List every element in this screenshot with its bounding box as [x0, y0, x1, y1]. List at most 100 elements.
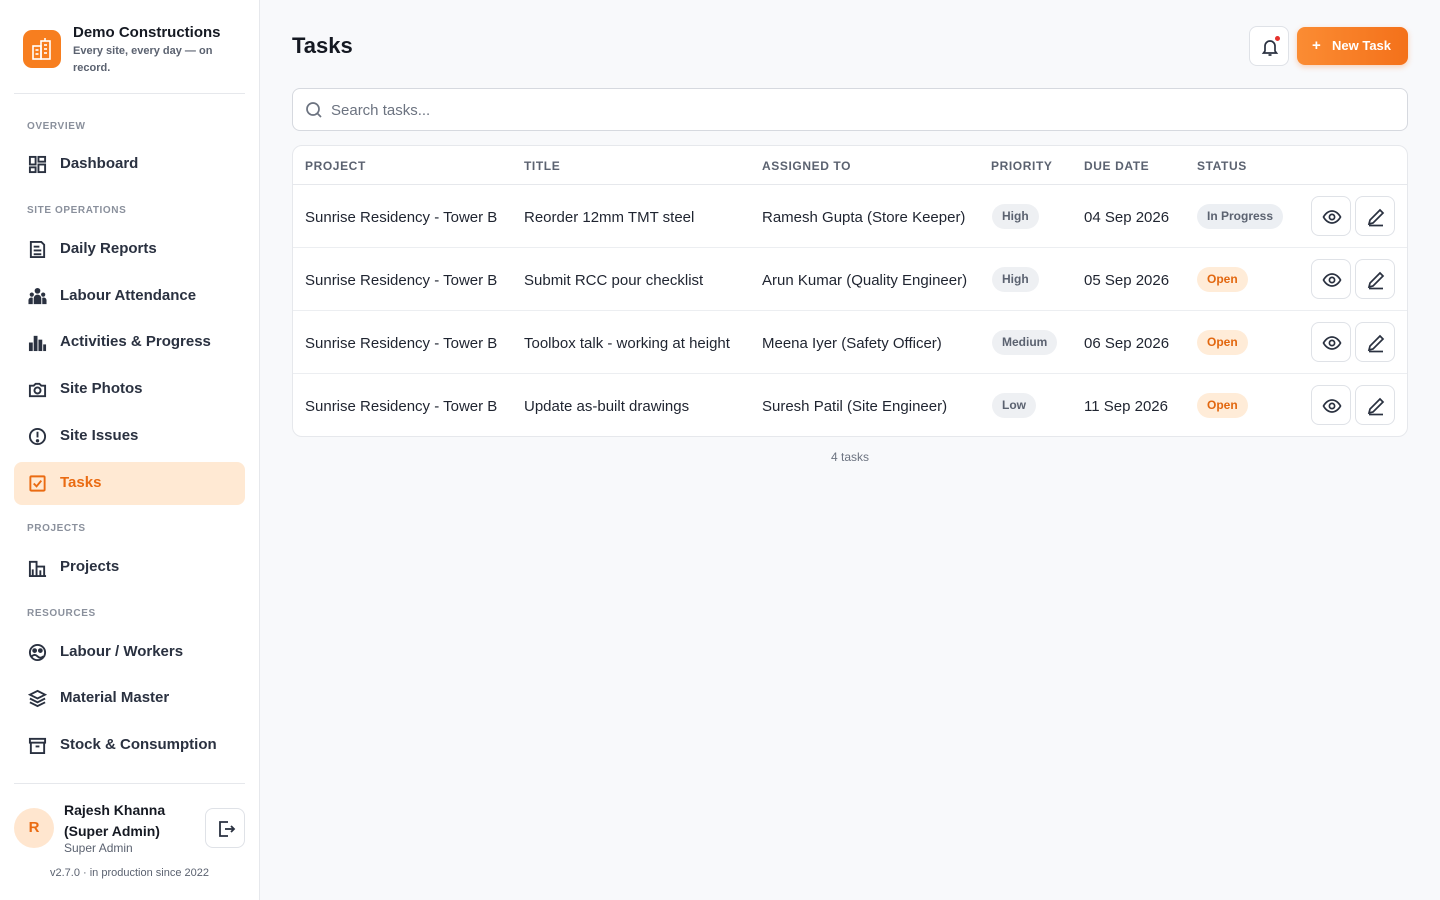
cell-project: Sunrise Residency - Tower B: [305, 335, 498, 352]
section-label-overview: OVERVIEW: [27, 121, 86, 132]
table-row[interactable]: Sunrise Residency - Tower B Reorder 12mm…: [293, 185, 1407, 248]
eye-icon: [1322, 273, 1342, 287]
edit-button[interactable]: [1355, 322, 1395, 362]
page-title: Tasks: [292, 33, 353, 58]
brand: Demo Constructions Every site, every day…: [23, 23, 243, 83]
cell-due-date: 11 Sep 2026: [1084, 398, 1168, 415]
sidebar-item-label: Stock & Consumption: [60, 736, 217, 753]
user-profile: R Rajesh Khanna (Super Admin) Super Admi…: [14, 798, 245, 860]
dashboard-icon: [28, 155, 47, 174]
view-button[interactable]: [1311, 385, 1351, 425]
column-header-title: TITLE: [524, 159, 561, 173]
cell-project: Sunrise Residency - Tower B: [305, 209, 498, 226]
cell-title: Toolbox talk - working at height: [524, 335, 730, 352]
workers-icon: [28, 643, 47, 662]
view-button[interactable]: [1311, 259, 1351, 299]
pencil-icon: [1367, 208, 1385, 227]
status-badge: Open: [1197, 267, 1248, 292]
eye-icon: [1322, 210, 1342, 224]
sidebar-item-material-master[interactable]: Material Master: [14, 677, 245, 720]
view-button[interactable]: [1311, 196, 1351, 236]
alert-icon: [28, 427, 47, 446]
new-task-label: New Task: [1332, 38, 1392, 53]
checkbox-icon: [29, 475, 46, 492]
user-name: Rajesh Khanna (Super Admin): [64, 802, 166, 839]
avatar[interactable]: R: [14, 808, 54, 848]
bar-chart-icon: [28, 335, 47, 352]
edit-button[interactable]: [1355, 196, 1395, 236]
cell-assigned-to: Arun Kumar (Quality Engineer): [762, 272, 968, 289]
cell-title: Submit RCC pour checklist: [524, 272, 704, 289]
brand-name: Demo Constructions: [73, 24, 221, 41]
sidebar-item-label: Projects: [60, 558, 120, 575]
cell-due-date: 06 Sep 2026: [1084, 335, 1170, 352]
user-role: Super Admin: [64, 841, 133, 855]
sidebar-item-stock-consumption[interactable]: Stock & Consumption: [14, 724, 245, 767]
cell-assigned-to: Ramesh Gupta (Store Keeper): [762, 209, 966, 226]
pencil-icon: [1367, 397, 1385, 416]
layers-icon: [28, 689, 47, 708]
section-label-projects: PROJECTS: [27, 523, 86, 534]
logout-icon: [219, 821, 236, 837]
plus-icon: +: [1312, 37, 1321, 54]
eye-icon: [1322, 399, 1342, 413]
eye-icon: [1322, 336, 1342, 350]
task-count: 4 tasks: [830, 450, 869, 464]
status-badge: Open: [1197, 393, 1248, 418]
report-icon: [29, 240, 46, 259]
column-header-due-date: DUE DATE: [1084, 159, 1150, 173]
section-label-resources: RESOURCES: [27, 608, 96, 619]
building-icon: [28, 560, 47, 577]
table-row[interactable]: Sunrise Residency - Tower B Update as-bu…: [293, 374, 1407, 436]
camera-icon: [28, 382, 47, 398]
sidebar-item-tasks[interactable]: Tasks: [14, 462, 245, 505]
new-task-button[interactable]: + New Task: [1297, 27, 1408, 65]
cell-assigned-to: Suresh Patil (Site Engineer): [762, 398, 948, 415]
search-bar[interactable]: [292, 88, 1408, 131]
cell-title: Update as-built drawings: [524, 398, 690, 415]
sidebar-item-labour-attendance[interactable]: Labour Attendance: [14, 275, 245, 318]
sidebar-item-activities-progress[interactable]: Activities & Progress: [14, 321, 245, 364]
labour-icon: [28, 287, 47, 305]
sidebar-item-site-photos[interactable]: Site Photos: [14, 368, 245, 411]
sidebar-item-site-issues[interactable]: Site Issues: [14, 415, 245, 458]
cell-project: Sunrise Residency - Tower B: [305, 272, 498, 289]
version-label: v2.7.0 · in production since 2022: [50, 867, 209, 879]
column-header-assigned-to: ASSIGNED TO: [762, 159, 852, 173]
priority-badge: Low: [992, 393, 1036, 418]
archive-icon: [28, 737, 47, 755]
sidebar-item-label: Site Photos: [60, 380, 143, 397]
sidebar-item-dashboard[interactable]: Dashboard: [14, 143, 245, 186]
column-header-project: PROJECT: [305, 159, 366, 173]
sidebar-item-projects[interactable]: Projects: [14, 546, 245, 589]
brand-tagline: Every site, every day — on record.: [73, 45, 213, 74]
notifications-button[interactable]: [1249, 26, 1289, 66]
sidebar-item-label: Labour / Workers: [60, 643, 184, 660]
table-row[interactable]: Sunrise Residency - Tower B Toolbox talk…: [293, 311, 1407, 374]
column-header-priority: PRIORITY: [991, 159, 1053, 173]
sidebar-item-label: Site Issues: [60, 427, 139, 444]
divider: [14, 93, 245, 94]
cell-due-date: 05 Sep 2026: [1084, 272, 1170, 289]
search-input[interactable]: [331, 99, 1391, 121]
column-header-status: STATUS: [1197, 159, 1247, 173]
notification-dot: [1273, 34, 1282, 43]
sidebar-item-label: Dashboard: [60, 155, 139, 172]
edit-button[interactable]: [1355, 385, 1395, 425]
pencil-icon: [1367, 334, 1385, 353]
edit-button[interactable]: [1355, 259, 1395, 299]
sidebar-item-labour-workers[interactable]: Labour / Workers: [14, 631, 245, 674]
sidebar: Demo Constructions Every site, every day…: [0, 0, 260, 900]
view-button[interactable]: [1311, 322, 1351, 362]
cell-title: Reorder 12mm TMT steel: [524, 209, 695, 226]
sidebar-item-daily-reports[interactable]: Daily Reports: [14, 228, 245, 271]
table-row[interactable]: Sunrise Residency - Tower B Submit RCC p…: [293, 248, 1407, 311]
logout-button[interactable]: [205, 808, 245, 848]
status-badge: Open: [1197, 330, 1248, 355]
search-icon: [306, 102, 322, 118]
sidebar-item-label: Labour Attendance: [60, 287, 197, 304]
cell-assigned-to: Meena Iyer (Safety Officer): [762, 335, 942, 352]
divider: [14, 783, 245, 784]
tasks-table: PROJECT TITLE ASSIGNED TO PRIORITY DUE D…: [292, 145, 1408, 437]
pencil-icon: [1367, 271, 1385, 290]
